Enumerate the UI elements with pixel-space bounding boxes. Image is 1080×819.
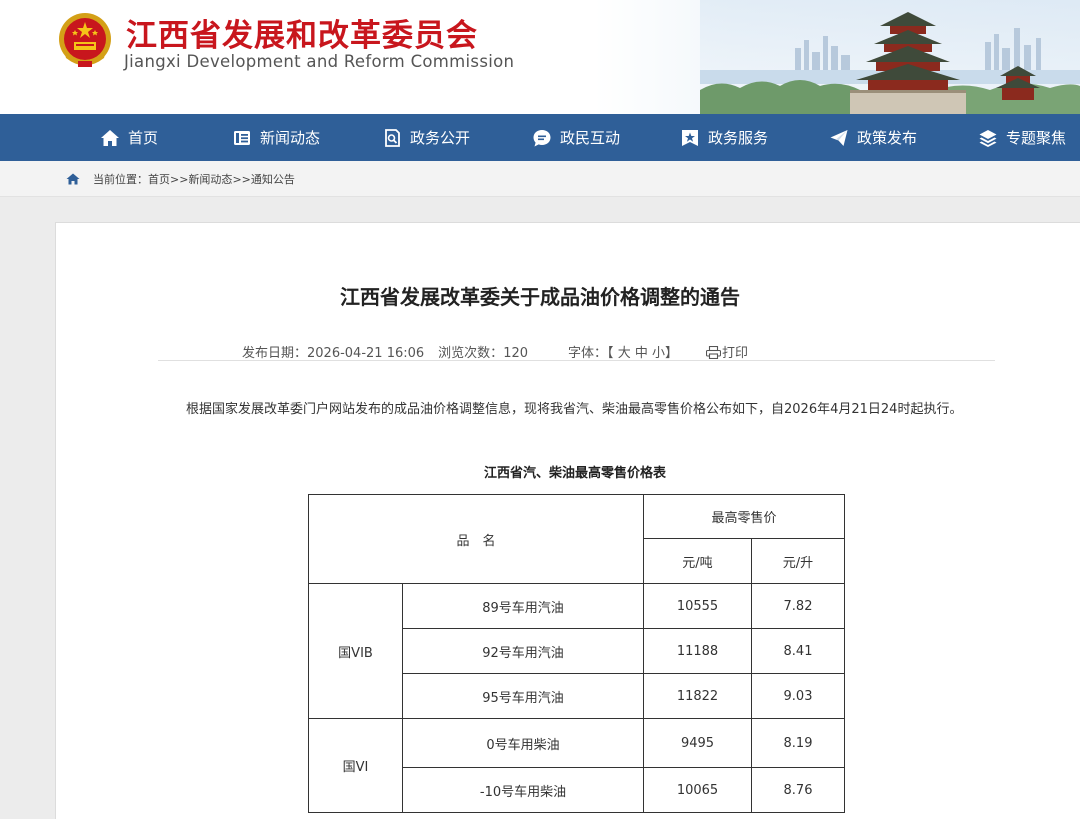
layers-icon [978,128,998,148]
home-icon [100,128,120,148]
nav-item-label: 政务公开 [410,129,471,147]
article-paragraph: 根据国家发展改革委门户网站发布的成品油价格调整信息，现将我省汽、柴油最高零售价格… [186,402,963,417]
publish-date-label: 发布日期： [242,346,308,361]
font-bracket-open: 【 [607,346,614,361]
table-row: 国VI 0号车用柴油 9495 8.19 [308,718,845,813]
nav-item-news[interactable]: 新闻动态 [232,114,320,161]
site-title[interactable]: 江西省发展和改革委员会 [126,10,478,55]
nav-item-policy[interactable]: 政策发布 [829,114,917,161]
nav-item-label: 首页 [128,129,159,147]
send-icon [829,128,849,148]
breadcrumb-text: 当前位置：首页>>新闻动态>>通知公告 [93,171,295,187]
nav-item-label: 政务服务 [708,129,769,147]
site-subtitle: Jiangxi Development and Reform Commissio… [124,52,515,71]
price-ton-cell: 11822 [643,673,752,719]
font-small-button[interactable]: 小 [652,346,665,361]
price-ton-cell: 10555 [643,583,752,629]
views-count: 120 [503,346,529,361]
product-name-cell: 95号车用汽油 [402,673,644,719]
national-emblem-icon[interactable] [56,11,114,71]
star-icon [680,128,700,148]
print-button[interactable]: 打印 [706,346,748,361]
views-label: 浏览次数： [438,346,504,361]
table-row: 国VIB 89号车用汽油 10555 7.82 [308,583,845,719]
tengwang-pavilion-banner-image [700,0,1080,114]
nav-item-topics[interactable]: 专题聚焦 [978,114,1066,161]
price-ton-cell: 11188 [643,628,752,674]
price-liter-cell: 8.41 [751,628,845,674]
font-medium-button[interactable]: 中 [635,346,648,361]
nav-item-label: 新闻动态 [260,129,321,147]
standard-cell: 国VIB [308,583,403,719]
nav-item-home[interactable]: 首页 [100,114,158,161]
product-name-cell: 0号车用柴油 [402,718,644,768]
publish-date: 2026-04-21 16:06 [307,346,425,361]
print-label: 打印 [722,346,749,361]
nav-item-services[interactable]: 政务服务 [680,114,768,161]
news-icon [232,128,252,148]
breadcrumb-separator: >> [232,173,251,186]
table-caption: 江西省汽、柴油最高零售价格表 [483,466,666,481]
printer-icon [706,346,722,359]
nav-item-label: 政策发布 [857,129,918,147]
breadcrumb-link-news[interactable]: 新闻动态 [188,173,232,186]
search-doc-icon [382,128,402,148]
breadcrumb-prefix: 当前位置： [93,173,148,186]
nav-item-label: 政民互动 [560,129,621,147]
price-table: 品 名 最高零售价 元/吨 元/升 国VIB 89号车用汽油 10555 7.8… [308,494,845,813]
breadcrumb-separator: >> [170,173,189,186]
price-ton-cell: 10065 [643,767,752,813]
article-meta: 发布日期：2026-04-21 16:06 浏览次数：120 字体：【 大 中 小】… [242,342,748,361]
standard-cell: 国VI [308,718,403,813]
main-nav: 首页 新闻动态 政务公开 政民互动 政务服务 政策发布 专题聚焦 [0,114,1080,161]
meta-divider [158,360,995,361]
header-product-name: 品 名 [308,494,644,584]
home-icon [66,173,80,185]
price-liter-cell: 7.82 [751,583,845,629]
header-max-price: 最高零售价 [643,494,845,539]
price-liter-cell: 8.76 [751,767,845,813]
nav-item-interaction[interactable]: 政民互动 [532,114,620,161]
price-liter-cell: 8.19 [751,718,845,768]
chat-icon [532,128,552,148]
product-name-cell: -10号车用柴油 [402,767,644,813]
article-title: 江西省发展改革委关于成品油价格调整的通告 [340,285,740,309]
breadcrumb-link-notices[interactable]: 通知公告 [251,173,295,186]
breadcrumb: 当前位置：首页>>新闻动态>>通知公告 [0,161,1080,197]
site-header: 江西省发展和改革委员会 Jiangxi Development and Refo… [0,0,1080,114]
product-name-cell: 92号车用汽油 [402,628,644,674]
price-ton-cell: 9495 [643,718,752,768]
font-bracket-close: 】 [665,346,679,361]
table-header-row: 品 名 最高零售价 [308,494,845,584]
breadcrumb-link-home[interactable]: 首页 [148,173,170,186]
font-size-label: 字体： [568,346,608,361]
header-unit-ton: 元/吨 [643,538,752,584]
font-large-button[interactable]: 大 [618,346,631,361]
product-name-cell: 89号车用汽油 [402,583,644,629]
price-liter-cell: 9.03 [751,673,845,719]
header-unit-liter: 元/升 [751,538,845,584]
nav-item-label: 专题聚焦 [1006,129,1067,147]
nav-item-gov-affairs[interactable]: 政务公开 [382,114,470,161]
